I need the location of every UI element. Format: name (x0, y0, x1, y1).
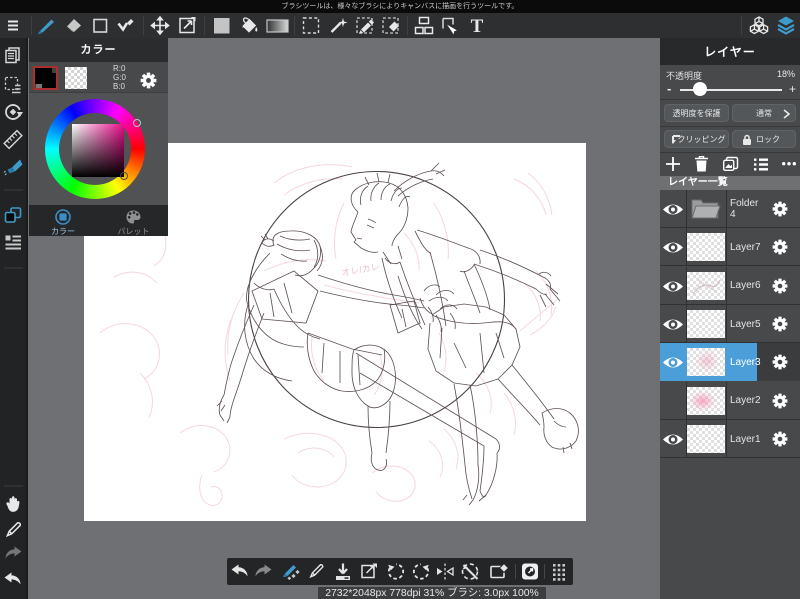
svg-text:T: T (471, 16, 484, 37)
svg-text:オレ/カレ: オレ/カレ (341, 261, 381, 278)
